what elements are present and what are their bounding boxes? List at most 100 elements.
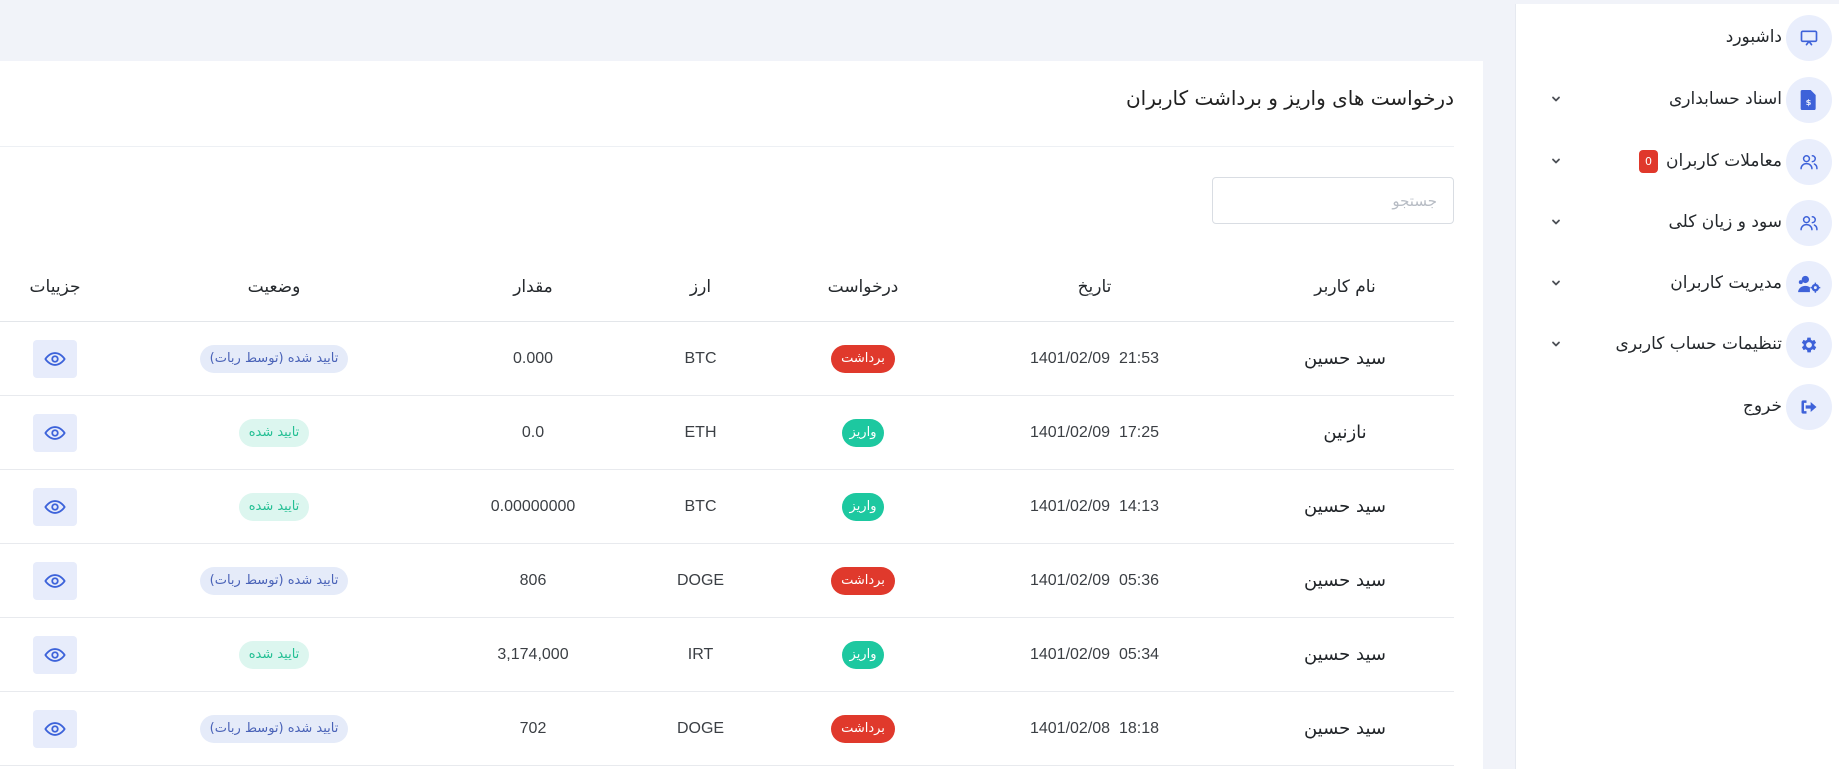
details-cell (0, 691, 110, 766)
amount-cell: 3,174,000 (438, 617, 628, 692)
column-header-amount: مقدار (438, 253, 628, 322)
table-row: تایید شده (توسط ربات) 702 DOGE برداشت 1401/0… (0, 691, 1454, 766)
sidebar-item-label: خروج (1743, 378, 1782, 434)
title-divider (0, 146, 1454, 147)
request-type-badge: واریز (841, 492, 885, 521)
sidebar-item-1[interactable]: داشبورد (1516, 9, 1839, 65)
status-cell: تایید شده (توسط ربات) (110, 691, 438, 766)
table-row: تایید شده (توسط ربات) 0.000 BTC برداشت 1401/… (0, 321, 1454, 396)
currency-cell: DOGE (628, 543, 773, 618)
sidebar-item-text: تنظیمات حساب کاربری (1615, 334, 1782, 354)
currency-cell: IRT (628, 617, 773, 692)
status-cell: تایید شده (110, 395, 438, 470)
date-cell: 1401/02/08 18:18 (953, 691, 1236, 766)
sidebar-item-text: مدیریت کاربران (1670, 273, 1782, 293)
column-header-status: وضعیت (110, 253, 438, 322)
eye-icon (44, 647, 66, 663)
page-title: درخواست های واریز و برداشت کاربران (1125, 86, 1454, 110)
status-badge: تایید شده (238, 640, 310, 669)
users-icon (1786, 139, 1832, 185)
sidebar-item-2[interactable]: $ اسناد حسابداری (1516, 71, 1839, 127)
status-cell: تایید شده (110, 617, 438, 692)
details-cell (0, 395, 110, 470)
sidebar-item-label: اسناد حسابداری (1669, 71, 1782, 127)
column-header-currency: ارز (628, 253, 773, 322)
column-header-request: درخواست (773, 253, 953, 322)
view-details-button[interactable] (33, 487, 77, 526)
eye-icon (44, 721, 66, 737)
status-cell: تایید شده (توسط ربات) (110, 321, 438, 396)
view-details-button[interactable] (33, 339, 77, 378)
chevron-down-icon[interactable] (1546, 334, 1566, 354)
chevron-down-icon[interactable] (1546, 151, 1566, 171)
details-cell (0, 469, 110, 544)
request-type-badge: واریز (841, 640, 885, 669)
search-input[interactable] (1212, 177, 1454, 224)
view-details-button[interactable] (33, 635, 77, 674)
status-badge: تایید شده (238, 492, 310, 521)
currency-cell: ETH (628, 395, 773, 470)
amount-cell: 0.000 (438, 321, 628, 396)
table-row: تایید شده (توسط ربات) 806 DOGE برداشت 1401/0… (0, 543, 1454, 618)
view-details-button[interactable] (33, 709, 77, 748)
chevron-down-icon[interactable] (1546, 212, 1566, 232)
request-cell: واریز (773, 469, 953, 544)
amount-cell: 702 (438, 691, 628, 766)
column-header-details: جزییات (0, 253, 110, 322)
table-row: تایید شده 0.00000000 BTC واریز 1401/02/09 14… (0, 469, 1454, 544)
sidebar-item-3[interactable]: معاملات کاربران 0 (1516, 133, 1839, 189)
currency-cell: BTC (628, 469, 773, 544)
username-cell: نازنین (1236, 395, 1454, 470)
view-details-button[interactable] (33, 413, 77, 452)
currency-cell: DOGE (628, 691, 773, 766)
request-type-badge: برداشت (831, 714, 895, 743)
view-details-button[interactable] (33, 561, 77, 600)
sidebar-item-label: تنظیمات حساب کاربری (1615, 316, 1782, 372)
users-gear-icon (1786, 261, 1832, 307)
username-cell: سید حسین (1236, 469, 1454, 544)
request-cell: برداشت (773, 543, 953, 618)
document-dollar-icon: $ (1786, 77, 1832, 123)
sidebar-item-label: داشبورد (1726, 9, 1782, 65)
sidebar-item-6[interactable]: تنظیمات حساب کاربری (1516, 316, 1839, 372)
status-badge: تایید شده (238, 418, 310, 447)
sidebar-item-5[interactable]: مدیریت کاربران (1516, 255, 1839, 311)
date-cell: 1401/02/09 14:13 (953, 469, 1236, 544)
sidebar-item-text: سود و زیان کلی (1668, 212, 1782, 232)
users-icon (1786, 200, 1832, 246)
chevron-down-icon[interactable] (1546, 273, 1566, 293)
status-badge: تایید شده (توسط ربات) (199, 344, 349, 373)
details-cell (0, 543, 110, 618)
table-header-row: جزییات وضعیت مقدار ارز درخواست تاریخ نام… (0, 253, 1454, 322)
eye-icon (44, 573, 66, 589)
sidebar-item-label: مدیریت کاربران (1670, 255, 1782, 311)
sidebar-item-text: اسناد حسابداری (1669, 89, 1782, 109)
date-cell: 1401/02/09 17:25 (953, 395, 1236, 470)
table-row: تایید شده 3,174,000 IRT واریز 1401/02/09 05:… (0, 617, 1454, 692)
sidebar-item-4[interactable]: سود و زیان کلی (1516, 194, 1839, 250)
chevron-down-icon[interactable] (1546, 89, 1566, 109)
sidebar-item-text: خروج (1742, 396, 1782, 416)
date-cell: 1401/02/09 21:53 (953, 321, 1236, 396)
request-cell: برداشت (773, 691, 953, 766)
status-cell: تایید شده (110, 469, 438, 544)
count-badge: 0 (1639, 149, 1659, 173)
status-badge: تایید شده (توسط ربات) (199, 714, 349, 743)
status-cell: تایید شده (توسط ربات) (110, 543, 438, 618)
details-cell (0, 321, 110, 396)
sidebar-item-7[interactable]: خروج (1516, 378, 1839, 434)
column-header-date: تاریخ (953, 253, 1236, 322)
column-header-username: نام کاربر (1236, 253, 1454, 322)
sidebar-item-label: سود و زیان کلی (1668, 194, 1782, 250)
request-cell: برداشت (773, 321, 953, 396)
request-type-badge: برداشت (831, 344, 895, 373)
request-type-badge: واریز (841, 418, 885, 447)
table-row: تایید شده 0.0 ETH واریز 1401/02/09 17:25 نازن… (0, 395, 1454, 470)
sidebar: داشبورد $ اسناد حسابداری معاملات کاربران 0 سو… (1515, 4, 1839, 769)
status-badge: تایید شده (توسط ربات) (199, 566, 349, 595)
username-cell: سید حسین (1236, 617, 1454, 692)
date-cell: 1401/02/09 05:34 (953, 617, 1236, 692)
amount-cell: 0.00000000 (438, 469, 628, 544)
username-cell: سید حسین (1236, 321, 1454, 396)
svg-text:$: $ (1806, 97, 1812, 107)
